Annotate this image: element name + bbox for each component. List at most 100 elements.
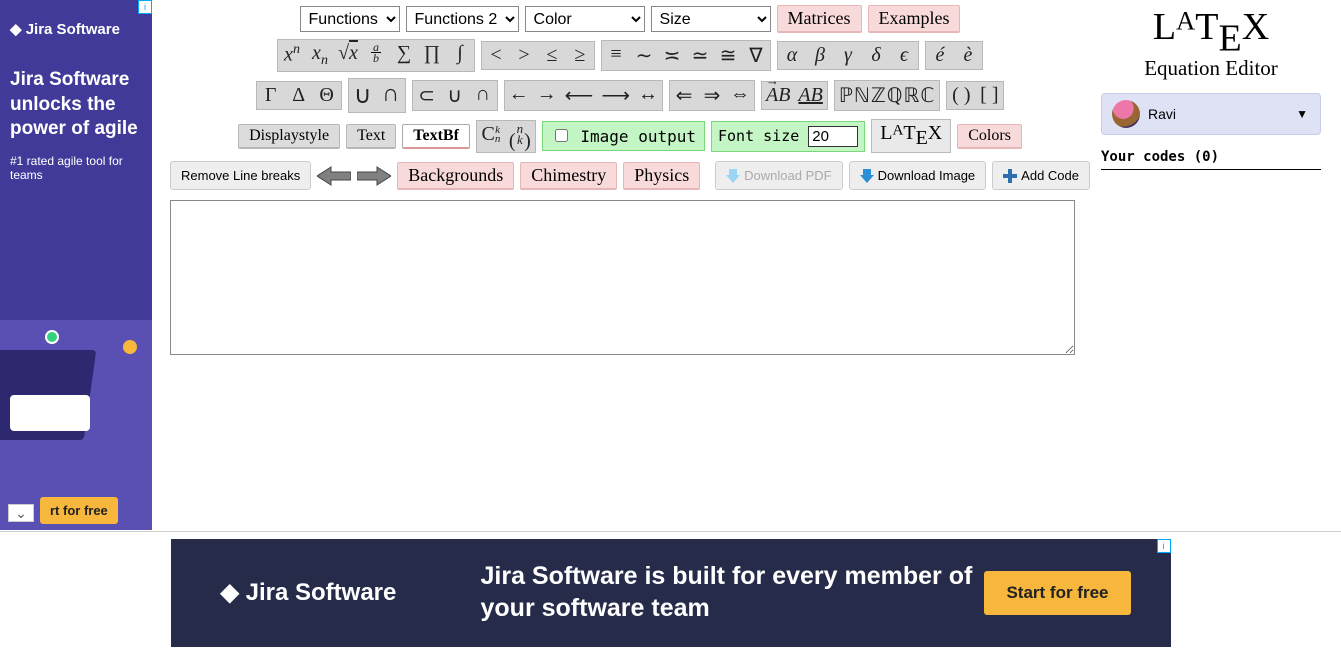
app-subtitle: Equation Editor [1101,56,1321,81]
sym-e-acute[interactable]: é [926,42,954,69]
colors-button[interactable]: Colors [957,124,1022,149]
sym-x-power-n[interactable]: xn [278,40,306,71]
textbf-button[interactable]: TextBf [402,124,470,149]
sym-vec-ab[interactable]: →AB [762,82,794,109]
sym-leftarrow[interactable]: ← [505,81,533,110]
sym-leftrightarrow[interactable]: ↔ [634,81,662,110]
text-button[interactable]: Text [346,124,396,149]
sym-longleftarrow[interactable]: ⟵ [561,81,598,110]
download-image-button[interactable]: Download Image [849,161,987,190]
sym-Leftrightarrow[interactable]: ⇔ [726,81,754,110]
sym-sum[interactable]: ∑ [390,40,418,71]
banner-cta-button[interactable]: Start for free [984,571,1130,615]
sym-parens[interactable]: ( ) [947,82,975,109]
ad-collapse-chevron-icon[interactable]: ⌄ [8,504,34,522]
add-code-button[interactable]: Add Code [992,161,1090,190]
action-row: Remove Line breaks Backgrounds Chimestry… [170,161,1090,190]
font-size-control: Font size [711,121,865,152]
editor-main: Functions Functions 2 Color Size Matrice… [170,5,1090,358]
sym-cong[interactable]: ≅ [714,41,742,70]
font-size-label: Font size [718,127,799,145]
add-code-label: Add Code [1021,168,1079,183]
redo-arrow-icon[interactable] [357,165,391,187]
sym-rightarrow[interactable]: → [533,81,561,110]
displaystyle-button[interactable]: Displaystyle [238,124,340,149]
backgrounds-button[interactable]: Backgrounds [397,162,514,190]
chimestry-button[interactable]: Chimestry [520,162,617,190]
sym-frac[interactable]: ab [362,40,390,71]
font-size-input[interactable] [808,126,858,147]
sym-x-sub-n[interactable]: xn [306,40,334,71]
download-icon [726,169,740,183]
sym-sim[interactable]: ∼ [630,41,658,70]
symbol-row-1: xn xn √x ab ∑ ∏ ∫ < > ≤ ≥ ≡ ∼ ≍ ≃ ≅ ∇ α … [170,39,1090,72]
sym-sqrt[interactable]: √x [334,40,362,71]
ad-subtext: #1 rated agile tool for teams [10,154,142,182]
sym-simeq[interactable]: ≃ [686,41,714,70]
sym-longrightarrow[interactable]: ⟶ [597,81,634,110]
sym-underline-ab[interactable]: AB [794,82,826,109]
sym-cup[interactable]: ∪ [441,81,469,110]
symgroup-arrows: ← → ⟵ ⟶ ↔ [504,80,663,111]
user-name: Ravi [1148,106,1176,122]
sym-le[interactable]: ≤ [538,42,566,69]
symgroup-accents: é è [925,41,983,70]
sym-gamma[interactable]: γ [834,42,862,69]
sym-Delta[interactable]: Δ [285,82,313,109]
sym-cap[interactable]: ∩ [469,81,497,110]
size-select[interactable]: Size [651,6,771,32]
symgroup-relations: ≡ ∼ ≍ ≃ ≅ ∇ [601,40,771,71]
symgroup-combinatorics: Ckn nk [476,120,536,153]
download-pdf-button[interactable]: Download PDF [715,161,842,190]
sym-bigcup[interactable]: ∪ [349,79,377,112]
sym-nabla[interactable]: ∇ [742,41,770,70]
sym-binom[interactable]: nk [505,121,535,152]
sym-int[interactable]: ∫ [446,40,474,71]
sym-Theta[interactable]: Θ [313,82,341,109]
sym-Gamma[interactable]: Γ [257,82,285,109]
ad-cta-button[interactable]: rt for free [40,497,118,524]
sym-brackets[interactable]: [ ] [975,82,1003,109]
avatar [1112,100,1140,128]
sym-lt[interactable]: < [482,42,510,69]
sym-beta[interactable]: β [806,42,834,69]
sym-asymp[interactable]: ≍ [658,41,686,70]
remove-line-breaks-button[interactable]: Remove Line breaks [170,161,311,190]
sym-delta[interactable]: δ [862,42,890,69]
undo-arrow-icon[interactable] [317,165,351,187]
image-output-toggle[interactable]: Image output [542,121,705,151]
plus-icon [1003,169,1017,183]
functions-select[interactable]: Functions [300,6,400,32]
sym-equiv[interactable]: ≡ [602,41,630,70]
sym-cnk[interactable]: Ckn [477,121,505,152]
symgroup-double-arrows: ⇐ ⇒ ⇔ [669,80,755,111]
sym-number-sets[interactable]: ℙℕℤℚℝℂ [835,81,939,110]
color-select[interactable]: Color [525,6,645,32]
chevron-down-icon: ▼ [1296,107,1308,121]
sym-e-grave[interactable]: è [954,42,982,69]
sym-subset[interactable]: ⊂ [413,81,441,110]
sym-Rightarrow[interactable]: ⇒ [698,81,726,110]
download-icon [860,169,874,183]
top-controls-row: Functions Functions 2 Color Size Matrice… [170,5,1090,33]
latex-insert-button[interactable]: LATEX [871,119,951,153]
sym-epsilon[interactable]: ϵ [890,42,918,69]
functions2-select[interactable]: Functions 2 [406,6,519,32]
sym-prod[interactable]: ∏ [418,40,446,71]
image-output-checkbox[interactable] [555,129,568,142]
examples-button[interactable]: Examples [868,5,961,33]
user-dropdown[interactable]: Ravi ▼ [1101,93,1321,135]
sym-alpha[interactable]: α [778,42,806,69]
sym-bigcap[interactable]: ∩ [377,79,405,112]
sym-gt[interactable]: > [510,42,538,69]
sym-ge[interactable]: ≥ [566,42,594,69]
latex-code-textarea[interactable] [170,200,1075,355]
bottom-banner-ad[interactable]: i ◆ Jira Software Jira Software is built… [0,531,1341,653]
ad-info-icon[interactable]: i [138,0,152,14]
left-sidebar-ad[interactable]: i ◆ Jira Software Jira Software unlocks … [0,0,152,530]
physics-button[interactable]: Physics [623,162,700,190]
sym-Leftarrow[interactable]: ⇐ [670,81,698,110]
matrices-button[interactable]: Matrices [777,5,862,33]
right-panel: LATEX Equation Editor Ravi ▼ Your codes … [1101,5,1321,170]
ad-info-icon[interactable]: i [1157,539,1171,553]
